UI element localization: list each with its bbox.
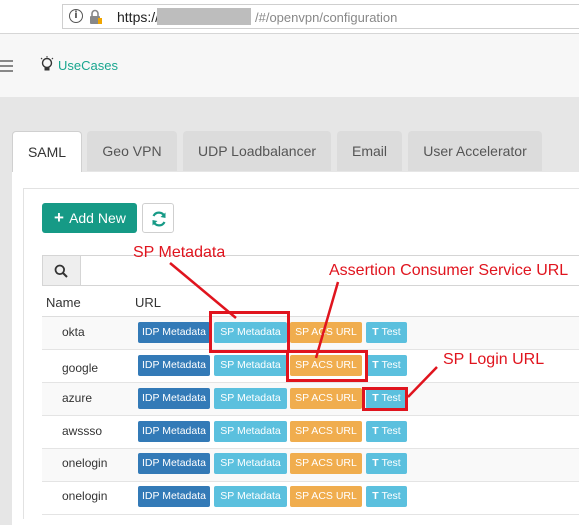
arrow-acs-url: [314, 281, 340, 359]
arrow-login-url: [407, 366, 438, 398]
arrow-sp-metadata: [169, 262, 237, 319]
annotation-login-url: SP Login URL: [443, 351, 545, 368]
annotation-sp-metadata: SP Metadata: [133, 244, 226, 261]
annotation-acs-url: Assertion Consumer Service URL: [329, 262, 569, 279]
